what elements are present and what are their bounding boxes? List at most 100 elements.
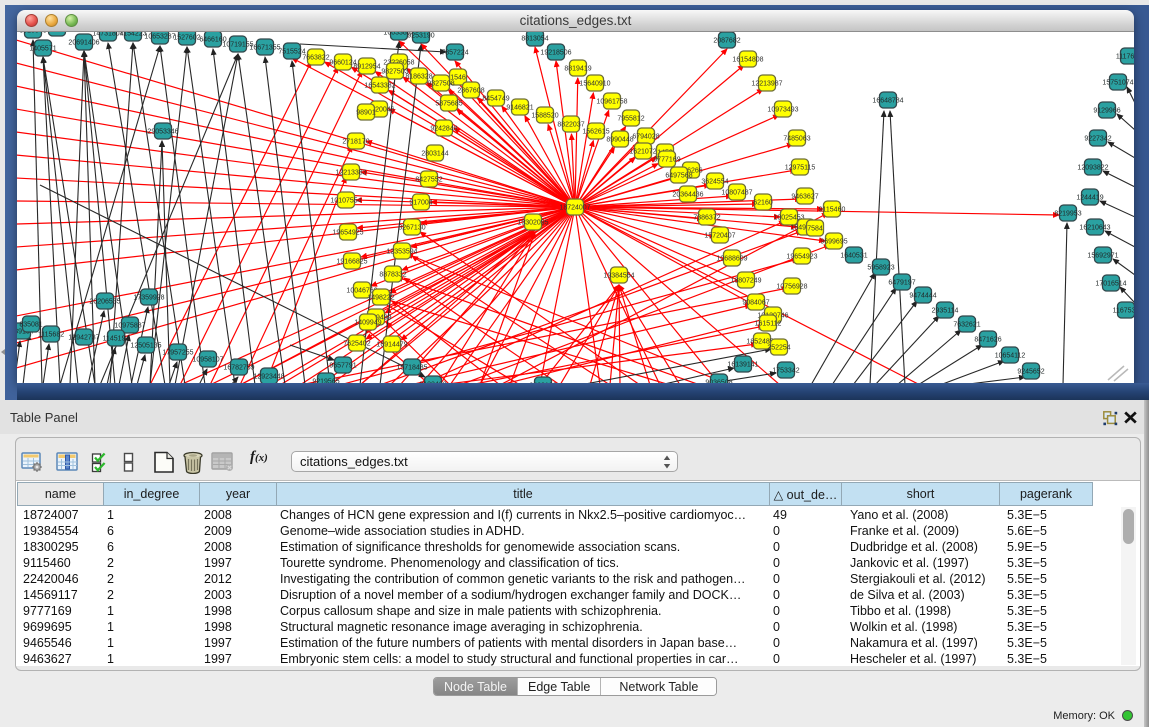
svg-text:62160: 62160 bbox=[753, 200, 773, 207]
svg-text:12942737: 12942737 bbox=[68, 335, 99, 342]
svg-text:7632621: 7632621 bbox=[953, 322, 980, 329]
svg-text:1753342: 1753342 bbox=[772, 368, 799, 375]
svg-text:19654925: 19654925 bbox=[332, 230, 363, 237]
svg-text:9129966: 9129966 bbox=[1093, 108, 1120, 115]
svg-text:8427552: 8427552 bbox=[415, 177, 442, 184]
svg-text:10654112: 10654112 bbox=[995, 353, 1026, 360]
svg-text:17957255: 17957255 bbox=[162, 350, 193, 357]
svg-text:10975887: 10975887 bbox=[114, 323, 145, 330]
svg-text:16671355: 16671355 bbox=[249, 45, 280, 52]
svg-text:10756928: 10756928 bbox=[776, 284, 807, 291]
svg-text:10973493: 10973493 bbox=[767, 107, 798, 114]
svg-text:8471626: 8471626 bbox=[974, 337, 1001, 344]
svg-text:8990448: 8990448 bbox=[606, 137, 633, 144]
svg-text:20364436: 20364436 bbox=[672, 192, 703, 199]
svg-text:7663822: 7663822 bbox=[302, 55, 329, 62]
svg-text:15718485: 15718485 bbox=[396, 365, 427, 372]
svg-text:1640531: 1640531 bbox=[840, 253, 867, 260]
svg-text:7955812: 7955812 bbox=[617, 116, 644, 123]
svg-text:1409949: 1409949 bbox=[354, 320, 381, 327]
svg-text:16210643: 16210643 bbox=[1079, 225, 1110, 232]
svg-text:8819419: 8819419 bbox=[564, 66, 591, 73]
svg-text:1167533: 1167533 bbox=[1113, 308, 1134, 315]
svg-text:8920543: 8920543 bbox=[19, 32, 46, 35]
svg-text:16543382: 16543382 bbox=[364, 83, 395, 90]
svg-text:16648784: 16648784 bbox=[872, 98, 903, 105]
svg-text:17016514: 17016514 bbox=[1095, 281, 1126, 288]
svg-text:12505135: 12505135 bbox=[130, 343, 161, 350]
svg-text:8267130: 8267130 bbox=[398, 225, 425, 232]
svg-text:9463627: 9463627 bbox=[791, 194, 818, 201]
svg-text:2803144: 2803144 bbox=[421, 151, 448, 158]
svg-text:15640910: 15640910 bbox=[579, 81, 610, 88]
svg-text:8454749: 8454749 bbox=[482, 96, 509, 103]
svg-text:19654923: 19654923 bbox=[786, 254, 817, 261]
svg-text:9115460: 9115460 bbox=[819, 207, 846, 214]
svg-text:5875685: 5875685 bbox=[435, 101, 462, 108]
svg-text:8912954: 8912954 bbox=[353, 64, 380, 71]
svg-text:1615112: 1615112 bbox=[755, 321, 782, 328]
svg-text:10688609: 10688609 bbox=[716, 256, 747, 263]
svg-text:16782759: 16782759 bbox=[223, 365, 254, 372]
svg-text:29053346: 29053346 bbox=[147, 129, 178, 136]
svg-text:12923448: 12923448 bbox=[253, 374, 284, 381]
svg-text:3624554: 3624554 bbox=[701, 179, 728, 186]
svg-text:6794028: 6794028 bbox=[632, 134, 659, 141]
svg-text:252254: 252254 bbox=[767, 345, 790, 352]
svg-text:1115682: 1115682 bbox=[38, 332, 64, 339]
svg-text:9146821: 9146821 bbox=[506, 105, 533, 112]
svg-text:7584: 7584 bbox=[807, 226, 823, 233]
svg-text:9245652: 9245652 bbox=[1017, 369, 1044, 376]
svg-text:16154808: 16154808 bbox=[732, 57, 763, 64]
svg-text:9253190: 9253190 bbox=[407, 33, 434, 40]
svg-text:1621072: 1621072 bbox=[629, 149, 656, 156]
svg-text:10961758: 10961758 bbox=[596, 99, 627, 106]
svg-text:18807249: 18807249 bbox=[730, 278, 761, 285]
svg-text:10958107: 10958107 bbox=[192, 357, 223, 364]
svg-text:98901: 98901 bbox=[356, 110, 376, 117]
svg-text:917004: 917004 bbox=[409, 200, 432, 207]
svg-text:10107554: 10107554 bbox=[330, 198, 361, 205]
svg-text:1562615: 1562615 bbox=[582, 129, 609, 136]
svg-text:7386372: 7386372 bbox=[693, 215, 720, 222]
svg-text:6497568: 6497568 bbox=[665, 173, 692, 180]
svg-text:9474444: 9474444 bbox=[909, 293, 936, 300]
svg-text:16139141: 16139141 bbox=[727, 362, 758, 369]
svg-text:7485063: 7485063 bbox=[783, 136, 810, 143]
svg-text:2718170: 2718170 bbox=[342, 139, 369, 146]
svg-text:12093822: 12093822 bbox=[1077, 165, 1108, 172]
svg-text:1588520: 1588520 bbox=[531, 113, 558, 120]
svg-text:8186328: 8186328 bbox=[405, 74, 432, 81]
svg-text:16914479: 16914479 bbox=[376, 342, 407, 349]
svg-text:9327508: 9327508 bbox=[427, 81, 454, 88]
svg-text:19166825: 19166825 bbox=[336, 259, 367, 266]
svg-text:20206535: 20206535 bbox=[89, 299, 120, 306]
svg-text:7625402: 7625402 bbox=[343, 341, 370, 348]
svg-text:5958923: 5958923 bbox=[867, 265, 894, 272]
svg-text:17359928: 17359928 bbox=[133, 295, 164, 302]
svg-text:15720407: 15720407 bbox=[704, 233, 735, 240]
svg-text:19218506: 19218506 bbox=[540, 50, 571, 57]
svg-text:8219953: 8219953 bbox=[1054, 211, 1081, 218]
svg-text:9084067: 9084067 bbox=[742, 300, 769, 307]
svg-text:8878332: 8878332 bbox=[379, 272, 406, 279]
svg-text:15751074: 15751074 bbox=[1102, 80, 1133, 87]
svg-text:18724007: 18724007 bbox=[559, 205, 590, 212]
svg-text:291172: 291172 bbox=[46, 32, 69, 33]
svg-text:8813054: 8813054 bbox=[521, 36, 548, 43]
svg-text:2087682: 2087682 bbox=[713, 38, 740, 45]
svg-text:1527602: 1527602 bbox=[173, 35, 200, 42]
svg-text:12213987: 12213987 bbox=[751, 81, 782, 88]
svg-text:8822037: 8822037 bbox=[557, 122, 584, 129]
svg-text:1244419: 1244419 bbox=[1076, 195, 1103, 202]
svg-text:19302095: 19302095 bbox=[517, 220, 548, 227]
svg-text:2935114: 2935114 bbox=[932, 308, 959, 315]
svg-text:15692971: 15692971 bbox=[1087, 253, 1118, 260]
svg-text:12353594: 12353594 bbox=[386, 249, 417, 256]
svg-text:6479197: 6479197 bbox=[888, 280, 915, 287]
svg-text:10653287: 10653287 bbox=[144, 34, 175, 41]
svg-text:2867608: 2867608 bbox=[457, 88, 484, 95]
svg-text:1145194: 1145194 bbox=[103, 336, 130, 343]
svg-text:9699695: 9699695 bbox=[820, 239, 847, 246]
svg-text:835081: 835081 bbox=[19, 322, 42, 329]
